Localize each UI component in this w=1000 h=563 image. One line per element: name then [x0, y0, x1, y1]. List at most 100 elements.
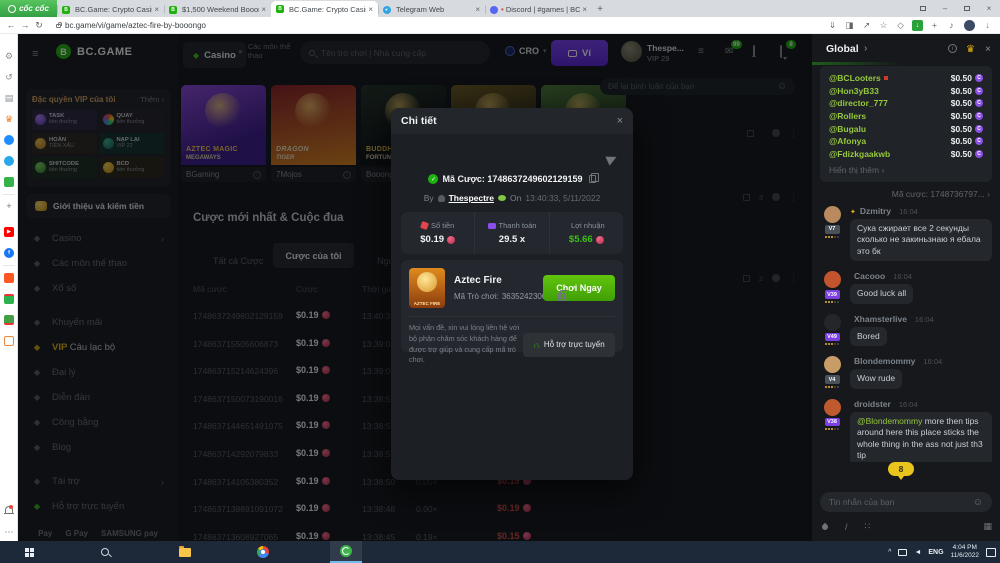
message-username[interactable]: Cacooo [854, 271, 885, 281]
avatar[interactable] [824, 314, 841, 331]
add-shortcut-icon[interactable]: + [3, 200, 15, 212]
tip-username[interactable]: @Fdizkgaakwb [829, 149, 890, 159]
browser-tab[interactable]: Telegram Web × [378, 2, 485, 17]
tab-favicon [62, 6, 70, 14]
reload-icon[interactable]: ↻ [32, 20, 46, 31]
tab-search-icon[interactable] [912, 0, 934, 17]
message-username[interactable]: Blondemommy [854, 356, 915, 366]
chat-commands-icon[interactable]: / [845, 522, 848, 532]
settings-icon[interactable]: ⚙ [3, 50, 15, 62]
profile-avatar[interactable] [964, 20, 975, 31]
copy-icon[interactable] [558, 293, 565, 301]
forward-icon[interactable]: → [18, 20, 32, 30]
file-explorer-icon[interactable] [170, 541, 200, 563]
share-icon[interactable]: ↗ [858, 20, 875, 31]
tab-close-icon[interactable]: × [582, 5, 587, 14]
downloads-icon[interactable]: ↓ [979, 20, 996, 30]
padlock-icon[interactable] [56, 24, 61, 28]
network-icon[interactable] [898, 549, 907, 556]
message-username[interactable]: Dzmitry [860, 206, 891, 216]
avatar[interactable] [824, 206, 841, 223]
browser-tab[interactable]: $1,500 Weekend Booongo M × [164, 2, 271, 17]
shop-icon[interactable] [3, 272, 15, 284]
games-icon[interactable] [3, 176, 15, 188]
live-support-button[interactable]: ∩Hỗ trợ trực tuyến [523, 333, 615, 357]
chat-bet-reference[interactable]: Mã cược: 1748736797... › [892, 189, 990, 199]
coccoc-taskbar-icon[interactable] [330, 541, 362, 563]
new-messages-badge[interactable]: 8 [888, 462, 914, 476]
avatar[interactable] [824, 356, 841, 373]
more-icon[interactable]: ⋯ [3, 526, 15, 538]
feed-icon[interactable]: ▤ [3, 92, 15, 104]
show-more-link[interactable]: Hiển thị thêm › [829, 165, 983, 175]
browser-tab[interactable]: • Discord | #games | BC G × [485, 2, 592, 17]
chat-close-icon[interactable]: × [985, 44, 991, 55]
hot-icon[interactable]: ♛ [3, 113, 15, 125]
browser-tab[interactable]: BC.Game: Crypto Casino Gam × [57, 2, 164, 17]
maximize-button[interactable] [956, 0, 978, 17]
extensions-icon[interactable]: + [926, 20, 943, 30]
gif-keyboard-icon[interactable]: ▦ [983, 521, 992, 532]
mention[interactable]: @Blondemommy [857, 416, 922, 426]
tip-username[interactable]: @director_777 [829, 98, 888, 108]
youtube-icon[interactable]: ▶ [3, 226, 15, 238]
gift-icon[interactable] [3, 293, 15, 305]
emoji-picker-icon[interactable]: ☺ [973, 497, 983, 508]
chrome-icon[interactable] [248, 541, 278, 563]
player-name[interactable]: Thespectre [449, 193, 494, 203]
translate-icon[interactable]: ◨ [841, 20, 858, 31]
address-bar[interactable]: bc.game/vi/game/aztec-fire-by-booongo [65, 21, 824, 30]
action-center-icon[interactable] [986, 548, 996, 557]
save-page-icon[interactable]: ⇓ [824, 20, 841, 31]
notifications-bell-icon[interactable] [3, 504, 15, 516]
start-button[interactable] [14, 541, 44, 563]
copy-icon[interactable] [589, 175, 596, 183]
tab-close-icon[interactable]: × [475, 5, 480, 14]
media-icon[interactable]: ♪ [943, 20, 960, 30]
game-thumbnail[interactable]: AZTEC FIRE [409, 268, 445, 308]
avatar[interactable] [824, 399, 841, 416]
coccoc-download-icon[interactable]: ↓ [912, 20, 923, 31]
messenger-icon[interactable] [3, 134, 15, 146]
dice-icon[interactable]: ∷ [865, 521, 871, 532]
tip-username[interactable]: @Hon3yB33 [829, 86, 879, 96]
tab-close-icon[interactable]: × [368, 5, 373, 14]
play-now-button[interactable]: Chơi Ngay [543, 275, 615, 301]
rain-tip-icon[interactable] [821, 522, 829, 530]
cart-icon[interactable] [3, 335, 15, 347]
back-icon[interactable]: ← [4, 20, 18, 30]
tab-close-icon[interactable]: × [154, 5, 159, 14]
bookmark-star-icon[interactable]: ☆ [875, 20, 892, 31]
message-text: Good luck all [857, 288, 906, 298]
deals-icon[interactable] [3, 314, 15, 326]
avatar[interactable] [824, 271, 841, 288]
browser-tab[interactable]: BC.Game: Crypto Casino Gam × [271, 1, 378, 17]
language-indicator[interactable]: ENG [928, 549, 943, 556]
chat-room-selector[interactable]: Global [826, 43, 859, 55]
tab-close-icon[interactable]: × [261, 5, 266, 14]
taskbar-search-icon[interactable] [90, 541, 120, 563]
tip-username[interactable]: @Rollers [829, 111, 866, 121]
hidden-icons-arrow[interactable]: ^ [888, 549, 891, 556]
tip-username[interactable]: @Afonya [829, 136, 866, 146]
chat-rules-icon[interactable]: i [948, 44, 957, 53]
minimize-button[interactable]: – [934, 0, 956, 17]
modal-close-icon[interactable]: × [617, 115, 623, 127]
close-button[interactable]: × [978, 0, 1000, 17]
tip-username[interactable]: @BCLooters [829, 73, 888, 83]
volume-icon[interactable]: ◄ [914, 549, 921, 556]
share-bet-icon[interactable] [605, 152, 618, 165]
history-icon[interactable]: ↺ [3, 71, 15, 83]
tip-username[interactable]: @Bugalu [829, 124, 866, 134]
new-tab-button[interactable]: + [592, 2, 608, 17]
facebook-icon[interactable]: f [3, 247, 15, 259]
chat-message-input[interactable]: Tin nhắn của bạn ☺ [820, 492, 992, 512]
message-username[interactable]: Xhamsterlive [854, 314, 907, 324]
clock[interactable]: 4:04 PM 11/6/2022 [951, 544, 979, 561]
trophy-icon[interactable]: ♛ [966, 44, 975, 55]
message-username[interactable]: droidster [854, 399, 891, 409]
adblock-shield-icon[interactable]: ◇ [892, 20, 909, 31]
tab-favicon [383, 6, 391, 14]
coccoc-menu-button[interactable]: cốc cốc [0, 0, 57, 17]
weather-icon[interactable] [3, 155, 15, 167]
